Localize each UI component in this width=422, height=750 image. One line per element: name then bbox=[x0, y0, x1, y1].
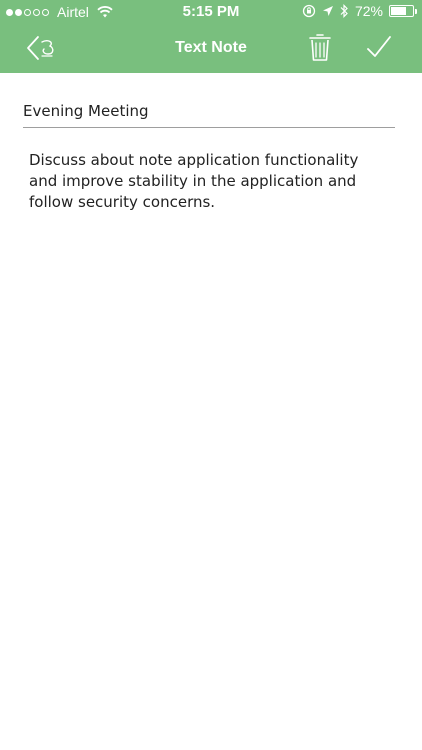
note-title-input[interactable] bbox=[23, 96, 395, 128]
note-body-textarea[interactable]: Discuss about note application functiona… bbox=[29, 150, 379, 213]
top-bar: Airtel 5:15 PM 72% Text Note bbox=[0, 0, 422, 73]
trash-icon[interactable] bbox=[308, 32, 332, 62]
battery-icon bbox=[389, 5, 417, 17]
orientation-lock-icon bbox=[302, 4, 316, 18]
bluetooth-icon bbox=[340, 4, 348, 18]
battery-percent: 72% bbox=[354, 3, 383, 19]
checkmark-icon[interactable] bbox=[366, 34, 392, 60]
status-bar: Airtel 5:15 PM 72% bbox=[0, 0, 422, 24]
status-right: 72% bbox=[302, 3, 417, 19]
page-title: Text Note bbox=[175, 39, 247, 56]
navigation-bar: Text Note bbox=[0, 24, 422, 73]
battery-fill bbox=[391, 7, 407, 15]
location-arrow-icon bbox=[322, 6, 333, 16]
